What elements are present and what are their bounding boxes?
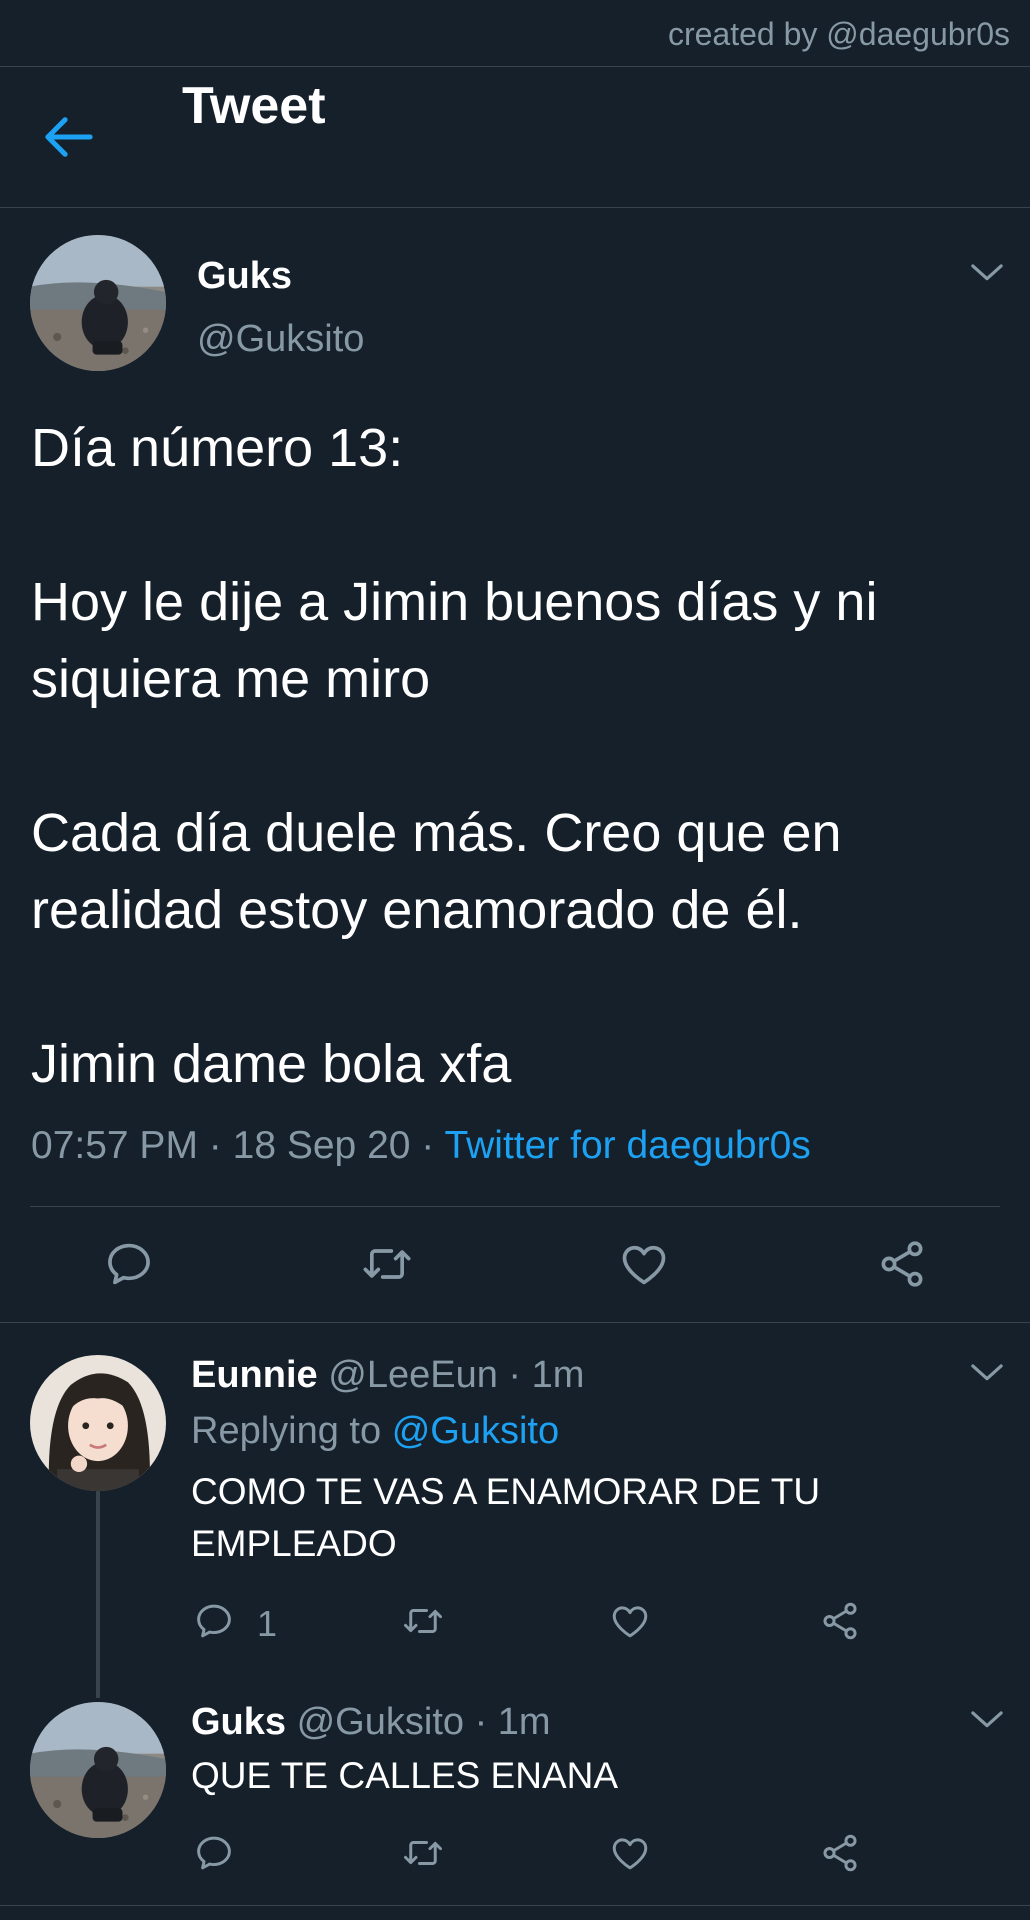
reply-count: 1 [257, 1603, 278, 1644]
reply-icon[interactable] [193, 1832, 235, 1874]
retweet-icon[interactable] [400, 1832, 446, 1874]
reply-icon[interactable] [193, 1600, 235, 1642]
share-icon[interactable] [876, 1238, 928, 1290]
replying-label: Replying to [191, 1410, 382, 1452]
top-bar: created by @daegubr0s [0, 0, 1030, 67]
tweet-paragraph: Jimin dame bola xfa [31, 1034, 512, 1094]
like-icon[interactable] [609, 1832, 651, 1874]
mention-link[interactable]: @Guksito [392, 1410, 559, 1452]
divider [0, 1322, 1030, 1323]
retweet-icon[interactable] [359, 1238, 415, 1290]
separator: · [421, 1124, 435, 1167]
replying-to: Replying to @Guksito [191, 1410, 559, 1453]
reply-header: Eunnie @LeeEun · 1m [191, 1354, 584, 1397]
chevron-down-icon[interactable] [970, 1709, 1004, 1731]
author-handle[interactable]: @Guksito [297, 1701, 464, 1743]
tweet-time: 07:57 PM [31, 1124, 198, 1167]
page-header [0, 67, 1030, 208]
reply-text: COMO TE VAS A ENAMORAR DE TU EMPLEADO [191, 1471, 821, 1564]
separator: · [508, 1354, 522, 1396]
avatar[interactable] [30, 235, 166, 371]
tweet-meta: 07:57 PM · 18 Sep 20 · Twitter for daegu… [31, 1124, 811, 1168]
reply-time: 1m [531, 1354, 585, 1396]
page-title: Tweet [182, 77, 326, 135]
retweet-icon[interactable] [400, 1600, 446, 1642]
author-name[interactable]: Guks [191, 1701, 286, 1743]
separator: · [208, 1124, 222, 1167]
like-icon[interactable] [618, 1238, 670, 1290]
author-name[interactable]: Eunnie [191, 1354, 318, 1396]
chevron-down-icon[interactable] [970, 262, 1004, 284]
tweet-paragraph: Día número 13: [31, 418, 404, 478]
reply-header: Guks @Guksito · 1m [191, 1701, 551, 1744]
reply-text: QUE TE CALLES ENANA [191, 1755, 619, 1796]
tweet-date: 18 Sep 20 [232, 1124, 411, 1167]
divider [30, 1206, 1000, 1207]
share-icon[interactable] [819, 1832, 861, 1874]
author-name[interactable]: Guks [197, 255, 292, 298]
author-handle[interactable]: @Guksito [197, 318, 364, 361]
avatar[interactable] [30, 1702, 166, 1838]
tweet-paragraph: Cada día duele más. Creo que en realidad… [31, 803, 842, 940]
avatar[interactable] [30, 1355, 166, 1491]
divider [0, 1905, 1030, 1906]
tweet-source-link[interactable]: Twitter for daegubr0s [444, 1124, 810, 1167]
chevron-down-icon[interactable] [970, 1362, 1004, 1384]
share-icon[interactable] [819, 1600, 861, 1642]
tweet-text: Día número 13: Hoy le dije a Jimin bueno… [31, 410, 991, 1103]
reply-icon[interactable] [103, 1238, 155, 1290]
tweet-paragraph: Hoy le dije a Jimin buenos días y ni siq… [31, 572, 878, 709]
reply-time: 1m [497, 1701, 551, 1743]
arrow-left-icon[interactable] [44, 115, 94, 159]
thread-line [96, 1490, 100, 1698]
credit-text: created by @daegubr0s [667, 16, 1010, 52]
author-handle[interactable]: @LeeEun [328, 1354, 498, 1396]
like-icon[interactable] [609, 1600, 651, 1642]
separator: · [474, 1701, 488, 1743]
